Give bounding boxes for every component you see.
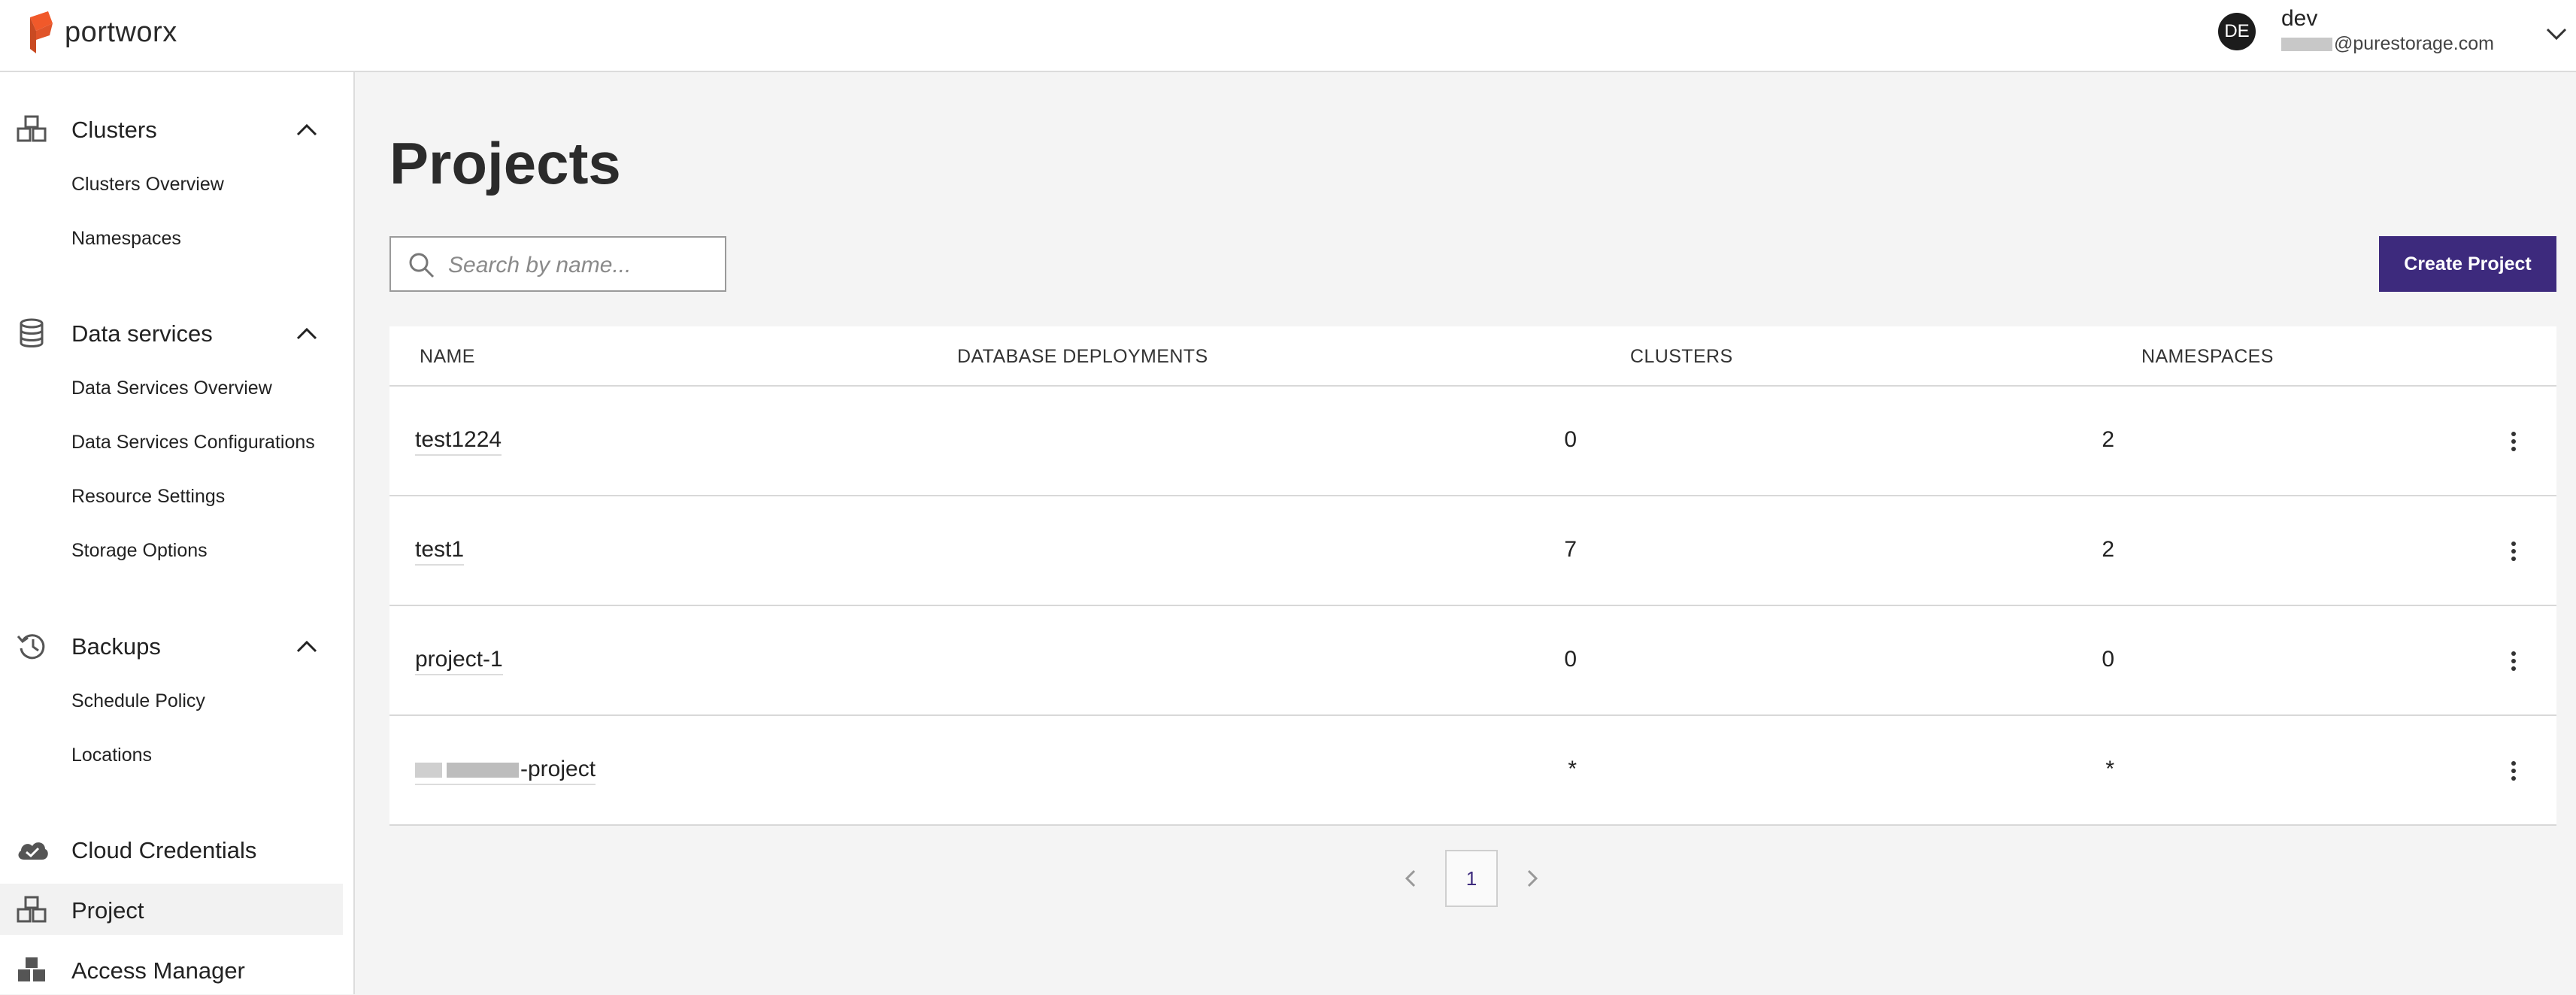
avatar: DE xyxy=(2218,13,2256,50)
cloud-check-icon xyxy=(18,842,48,860)
portworx-logo[interactable]: portworx xyxy=(27,8,177,57)
database-deployments-value: 7 xyxy=(1564,537,1577,562)
projects-table: NAME DATABASE DEPLOYMENTS CLUSTERS NAMES… xyxy=(389,326,2556,826)
sidebar-section-backups[interactable]: Backups xyxy=(0,623,353,668)
database-icon xyxy=(20,318,44,347)
search-box[interactable] xyxy=(389,236,726,292)
project-name-link[interactable]: -project xyxy=(415,757,596,785)
redacted-blur xyxy=(447,763,519,778)
clusters-value: 0 xyxy=(2102,647,2114,672)
top-bar: portworx DE dev @purestorage.com xyxy=(0,0,2576,72)
sidebar-item-label: Cloud Credentials xyxy=(71,837,257,863)
table-header: NAME DATABASE DEPLOYMENTS CLUSTERS NAMES… xyxy=(389,326,2556,387)
history-icon xyxy=(17,634,45,660)
more-vertical-icon[interactable] xyxy=(2495,752,2532,790)
column-header-name: NAME xyxy=(420,346,475,367)
search-icon xyxy=(409,253,435,278)
search-input[interactable] xyxy=(447,248,720,283)
sidebar-section-clusters[interactable]: Clusters xyxy=(0,106,353,151)
more-vertical-icon[interactable] xyxy=(2495,642,2532,680)
sidebar: Clusters Clusters Overview Namespaces Da… xyxy=(0,72,355,994)
redacted-blur xyxy=(415,763,442,778)
project-name-link[interactable]: test1224 xyxy=(415,427,502,456)
brand-name: portworx xyxy=(65,16,177,48)
page-title: Projects xyxy=(389,130,621,196)
user-email: @purestorage.com xyxy=(2281,33,2494,55)
database-deployments-value: * xyxy=(1568,757,1577,781)
table-row[interactable]: -project * * * xyxy=(389,716,2556,826)
sidebar-item-schedule-policy[interactable]: Schedule Policy xyxy=(71,690,205,712)
sidebar-item-label: Access Manager xyxy=(71,957,245,984)
chevron-up-icon[interactable] xyxy=(292,120,322,141)
clusters-icon xyxy=(17,115,47,142)
access-manager-icon xyxy=(18,957,45,981)
create-project-button[interactable]: Create Project xyxy=(2379,236,2556,292)
sidebar-item-clusters-overview[interactable]: Clusters Overview xyxy=(71,174,224,196)
user-menu[interactable]: DE dev @purestorage.com xyxy=(2200,0,2576,72)
sidebar-section-data-services[interactable]: Data services xyxy=(0,310,353,355)
sidebar-item-locations[interactable]: Locations xyxy=(71,745,152,766)
table-row[interactable]: project-1 0 0 0 xyxy=(389,606,2556,716)
project-icon xyxy=(17,896,47,923)
page-number-button[interactable]: 1 xyxy=(1445,850,1498,907)
sidebar-item-project[interactable]: Project xyxy=(0,884,343,935)
clusters-value: 2 xyxy=(2102,427,2114,452)
sidebar-item-label: Project xyxy=(71,897,144,924)
chevron-up-icon[interactable] xyxy=(292,323,322,344)
column-header-namespaces: NAMESPACES xyxy=(2141,346,2274,367)
portworx-logo-icon xyxy=(30,11,53,53)
database-deployments-value: 0 xyxy=(1564,427,1577,452)
database-deployments-value: 0 xyxy=(1564,647,1577,672)
column-header-database-deployments: DATABASE DEPLOYMENTS xyxy=(957,346,1208,367)
sidebar-item-data-services-configurations[interactable]: Data Services Configurations xyxy=(71,432,315,454)
sidebar-section-label: Data services xyxy=(71,320,213,347)
table-row[interactable]: test1224 0 2 2 xyxy=(389,387,2556,496)
sidebar-item-data-services-overview[interactable]: Data Services Overview xyxy=(71,378,272,399)
chevron-up-icon[interactable] xyxy=(292,636,322,657)
user-name: dev xyxy=(2281,6,2318,31)
table-row[interactable]: test1 7 2 2 xyxy=(389,496,2556,606)
redacted-blur xyxy=(2281,38,2332,52)
more-vertical-icon[interactable] xyxy=(2495,423,2532,460)
column-header-clusters: CLUSTERS xyxy=(1630,346,1733,367)
chevron-left-icon[interactable] xyxy=(1396,863,1426,893)
sidebar-item-namespaces[interactable]: Namespaces xyxy=(71,228,181,250)
pagination: 1 xyxy=(1396,850,1546,907)
sidebar-item-access-manager[interactable]: Access Manager xyxy=(0,944,343,995)
sidebar-section-label: Clusters xyxy=(71,117,157,143)
chevron-down-icon[interactable] xyxy=(2541,23,2571,45)
chevron-right-icon[interactable] xyxy=(1517,863,1547,893)
project-name-link[interactable]: test1 xyxy=(415,537,465,566)
sidebar-item-storage-options[interactable]: Storage Options xyxy=(71,540,208,562)
clusters-value: 2 xyxy=(2102,537,2114,562)
clusters-value: * xyxy=(2105,757,2114,781)
sidebar-item-resource-settings[interactable]: Resource Settings xyxy=(71,486,225,508)
more-vertical-icon[interactable] xyxy=(2495,532,2532,570)
sidebar-section-label: Backups xyxy=(71,633,161,660)
sidebar-item-cloud-credentials[interactable]: Cloud Credentials xyxy=(0,824,343,875)
project-name-link[interactable]: project-1 xyxy=(415,647,503,675)
